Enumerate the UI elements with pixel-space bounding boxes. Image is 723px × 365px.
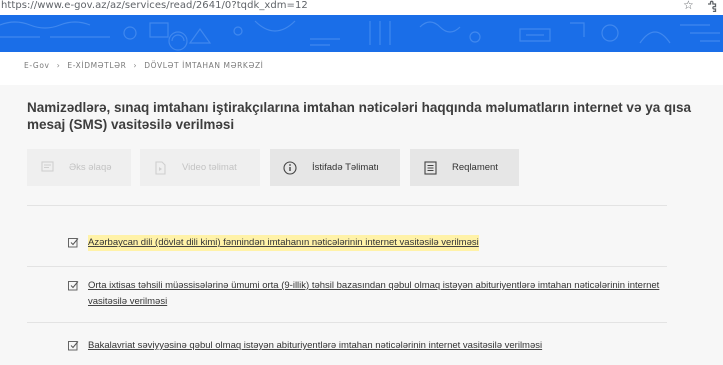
- service-link[interactable]: Azərbaycan dili (dövlət dili kimi) fənni…: [88, 235, 479, 251]
- video-tutorial-button-label: Video təlimat: [182, 162, 237, 173]
- video-tutorial-button[interactable]: Video təlimat: [140, 149, 260, 186]
- url-text[interactable]: https://www.e-gov.az/az/services/read/26…: [1, 0, 308, 12]
- page-title: Namizədlərə, sınaq imtahanı iştirakçılar…: [27, 100, 691, 132]
- checkbox-edit-icon: [68, 281, 79, 291]
- breadcrumb-item-e-services[interactable]: E-XİDMƏTLƏR: [67, 61, 126, 70]
- user-guide-button-label: İstifadə Təlimatı: [312, 162, 379, 173]
- breadcrumb-item-egov[interactable]: E-Gov: [24, 61, 50, 70]
- regulation-button[interactable]: Reqlament: [410, 149, 519, 186]
- service-link[interactable]: Orta ixtisas təhsili müəssisələrinə ümum…: [88, 278, 688, 310]
- bookmark-star-icon[interactable]: ☆: [683, 0, 694, 12]
- checkbox-edit-icon: [68, 341, 79, 351]
- breadcrumb: E-Gov › E-XİDMƏTLƏR › DÖVLƏT İMTAHAN MƏR…: [24, 58, 264, 72]
- breadcrumb-item-exam-center[interactable]: DÖVLƏT İMTAHAN MƏRKƏZİ: [144, 61, 263, 70]
- header-banner: [0, 15, 723, 52]
- divider: [27, 266, 667, 267]
- feedback-button-label: Əks əlaqə: [69, 162, 112, 173]
- divider: [27, 322, 667, 323]
- service-link[interactable]: Bakalavriat səviyyəsinə qəbul olmaq istə…: [88, 338, 542, 354]
- extensions-icon[interactable]: [706, 0, 718, 12]
- document-icon: [422, 160, 438, 176]
- divider: [27, 205, 667, 206]
- regulation-button-label: Reqlament: [452, 162, 498, 173]
- feedback-button[interactable]: Əks əlaqə: [27, 149, 131, 186]
- info-icon: [282, 160, 298, 176]
- checkbox-edit-icon: [68, 238, 79, 248]
- chevron-right-icon: ›: [133, 60, 138, 70]
- feedback-icon: [39, 160, 55, 176]
- browser-address-bar: https://www.e-gov.az/az/services/read/26…: [0, 0, 723, 15]
- user-guide-button[interactable]: İstifadə Təlimatı: [270, 149, 400, 186]
- video-icon: [152, 160, 168, 176]
- banner-pattern: [0, 20, 720, 51]
- chevron-right-icon: ›: [56, 60, 61, 70]
